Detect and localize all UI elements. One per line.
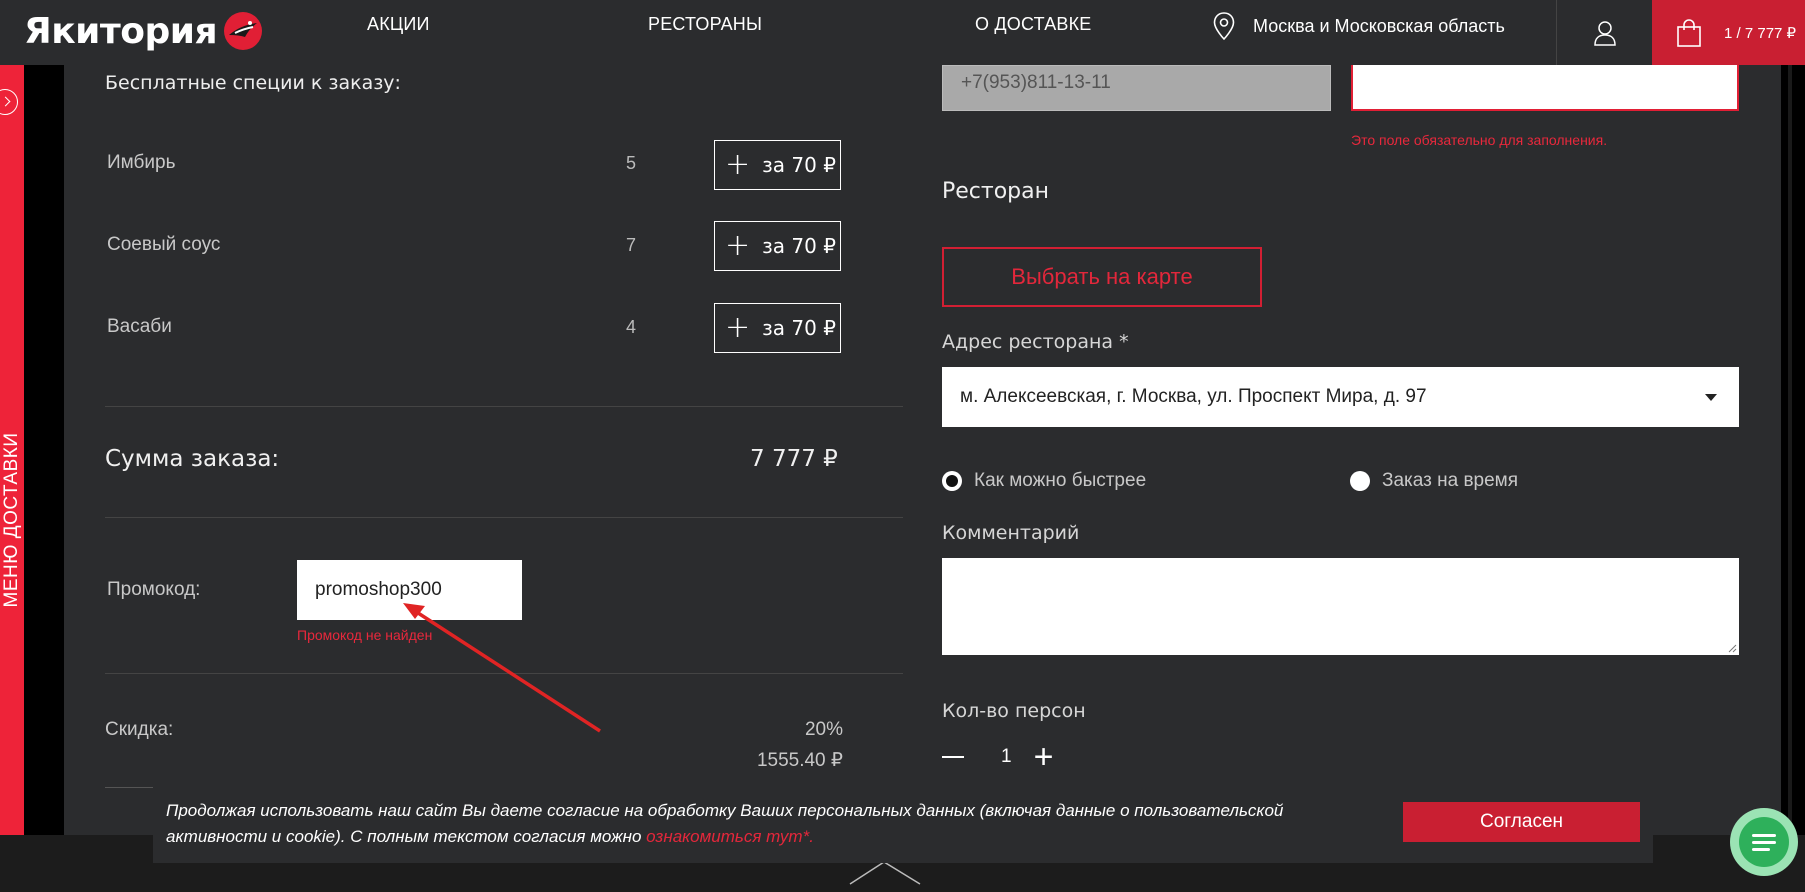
radio-unselected-icon (1350, 471, 1370, 491)
free-spices-title: Бесплатные специи к заказу: (105, 72, 401, 94)
add-spice-label: за 70 ₽ (762, 234, 836, 258)
radio-asap-label: Как можно быстрее (974, 470, 1147, 491)
spice-name: Васаби (107, 316, 172, 337)
add-spice-label: за 70 ₽ (762, 153, 836, 177)
choose-on-map-button[interactable]: Выбрать на карте (942, 247, 1262, 307)
radio-scheduled-label: Заказ на время (1382, 470, 1519, 491)
site-header: Якитория АКЦИИ РЕСТОРАНЫ О ДОСТАВКЕ Моск… (0, 0, 1805, 65)
checkout-panel (64, 65, 1781, 835)
phone-field[interactable]: +7(953)811-13-11 (942, 65, 1331, 111)
chevron-right-icon[interactable] (0, 89, 18, 115)
caret-down-icon (1705, 394, 1717, 401)
user-icon (1593, 20, 1616, 46)
discount-label: Скидка: (105, 719, 174, 740)
persons-value: 1 (1001, 746, 1012, 767)
page-gutter (24, 65, 64, 835)
order-sum-value: 7 777 ₽ (750, 446, 838, 472)
spice-name: Соевый соус (107, 234, 221, 255)
name-error-message: Это поле обязательно для заполнения. (1351, 132, 1608, 148)
agree-button[interactable]: Согласен (1403, 802, 1640, 842)
shopping-bag-icon (1677, 18, 1701, 47)
radio-asap[interactable]: Как можно быстрее (942, 470, 1146, 492)
nav-delivery-info[interactable]: О ДОСТАВКЕ (975, 14, 1092, 35)
plus-icon: + (725, 147, 751, 182)
location-pin-icon (1213, 12, 1235, 40)
add-spice-button[interactable]: + за 70 ₽ (714, 303, 841, 353)
logo-text: Якитория (24, 10, 218, 52)
restaurant-address-label: Адрес ресторана * (942, 331, 1129, 353)
radio-selected-icon (942, 471, 962, 491)
cart-button[interactable]: 1 / 7 777 ₽ (1652, 0, 1805, 65)
nav-promotions[interactable]: АКЦИИ (367, 14, 430, 35)
spice-name: Имбирь (107, 152, 176, 173)
chat-button[interactable] (1730, 808, 1798, 876)
discount-amount: 1555.40 ₽ (756, 750, 843, 771)
comment-label: Комментарий (942, 522, 1080, 544)
cookie-link[interactable]: ознакомиться тут*. (646, 827, 814, 846)
resize-grip-icon[interactable] (1727, 643, 1737, 653)
spice-count: 4 (626, 317, 637, 337)
persons-label: Кол-во персон (942, 700, 1086, 722)
location-label: Москва и Московская область (1253, 15, 1505, 36)
persons-stepper: 1 + (942, 740, 1054, 774)
add-spice-button[interactable]: + за 70 ₽ (714, 221, 841, 271)
location-selector[interactable]: Москва и Московская область (1213, 12, 1505, 40)
add-spice-label: за 70 ₽ (762, 316, 836, 340)
name-field[interactable] (1351, 65, 1739, 111)
cart-summary: 1 / 7 777 ₽ (1724, 24, 1797, 42)
logo[interactable]: Якитория (24, 8, 263, 54)
divider (105, 517, 903, 518)
restaurant-address-value: м. Алексеевская, г. Москва, ул. Проспект… (960, 386, 1427, 407)
cookie-banner: Продолжая использовать наш сайт Вы даете… (153, 788, 1653, 863)
spice-count: 7 (626, 235, 637, 255)
promo-label: Промокод: (107, 579, 201, 600)
user-account-button[interactable] (1557, 0, 1652, 65)
add-spice-button[interactable]: + за 70 ₽ (714, 140, 841, 190)
order-sum-label: Сумма заказа: (105, 446, 280, 472)
logo-bird-icon (224, 12, 263, 50)
divider (105, 406, 903, 407)
divider (105, 673, 903, 674)
divider (105, 787, 153, 788)
promo-error-message: Промокод не найден (297, 627, 433, 643)
plus-button[interactable]: + (1034, 740, 1054, 774)
chat-icon (1739, 817, 1789, 867)
cookie-text-block: Продолжая использовать наш сайт Вы даете… (166, 798, 1366, 850)
radio-scheduled[interactable]: Заказ на время (1350, 470, 1518, 492)
comment-textarea[interactable] (942, 558, 1739, 655)
plus-icon: + (725, 228, 751, 263)
minus-button[interactable] (942, 756, 964, 758)
delivery-menu-tab[interactable]: МЕНЮ ДОСТАВКИ (0, 65, 24, 835)
spice-count: 5 (626, 153, 637, 173)
scrollbar-track[interactable] (1781, 65, 1805, 835)
plus-icon: + (725, 310, 751, 345)
promo-code-input[interactable] (297, 560, 522, 620)
discount-percent: 20% (804, 719, 843, 740)
delivery-menu-label: МЕНЮ ДОСТАВКИ (1, 432, 22, 608)
nav-restaurants[interactable]: РЕСТОРАНЫ (648, 14, 762, 35)
restaurant-address-select[interactable]: м. Алексеевская, г. Москва, ул. Проспект… (942, 367, 1739, 427)
restaurant-section-title: Ресторан (942, 179, 1050, 204)
